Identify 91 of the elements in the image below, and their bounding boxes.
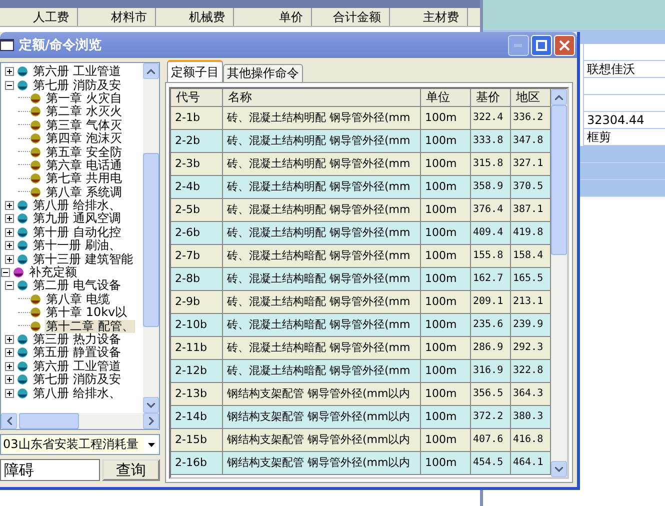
search-field[interactable]: 障碍: [0, 459, 100, 481]
sphere-icon: [30, 106, 41, 118]
sphere-icon: [17, 280, 28, 292]
maximize-button[interactable]: [531, 34, 552, 56]
expand-icon[interactable]: [5, 254, 14, 264]
tree-item[interactable]: 第三册 热力设备: [32, 333, 122, 346]
tree-item[interactable]: 第六册 工业管道: [32, 65, 122, 78]
tree-item[interactable]: 第一章 火灾自: [45, 92, 123, 105]
column-header: 材料市: [78, 8, 156, 26]
tab[interactable]: 定额子目: [167, 60, 223, 82]
tree-item[interactable]: 第十一册 刷油、: [32, 239, 122, 252]
sphere-icon: [17, 66, 28, 78]
tree-item[interactable]: 第七册 消防及安: [32, 373, 122, 386]
column-header: 机械费: [156, 8, 234, 26]
column-header: 单价: [234, 8, 312, 26]
sphere-icon: [30, 120, 41, 131]
collapse-icon[interactable]: [5, 80, 14, 90]
tree-item[interactable]: 第八章 电缆: [45, 292, 111, 306]
expand-icon[interactable]: [5, 67, 14, 76]
expand-icon[interactable]: [5, 201, 14, 210]
sphere-icon: [17, 334, 28, 345]
tree-item[interactable]: 第十册 自动化控: [32, 226, 122, 239]
tree-item[interactable]: 第八册 给排水、: [32, 386, 122, 400]
window-title: 定额/命令浏览: [19, 36, 103, 54]
tree-item[interactable]: 第三章 气体灭: [45, 118, 123, 132]
sphere-icon: [17, 200, 28, 212]
tree-item[interactable]: 第七章 共用电: [45, 172, 123, 186]
caret-icon: [148, 442, 155, 446]
expand-icon[interactable]: [5, 228, 14, 237]
sphere-icon: [17, 374, 28, 386]
sphere-icon: [30, 173, 41, 184]
sphere-icon: [17, 80, 28, 91]
table-cell: 2-16b: [171, 452, 223, 475]
library-dropdown[interactable]: 03山东省安装工程消耗量: [0, 434, 160, 455]
vertical-scrollbar[interactable]: [551, 89, 567, 477]
table-cell: 钢结构支架配管 钢导管外径(mm以内: [223, 452, 421, 475]
expand-icon[interactable]: [5, 348, 14, 358]
sphere-icon: [17, 347, 28, 358]
tree-item[interactable]: 第十三册 建筑智能: [32, 252, 134, 266]
tree-item[interactable]: 第七册 消防及安: [32, 78, 122, 92]
expand-icon[interactable]: [5, 335, 14, 344]
tree-item[interactable]: 第十章 10kv以: [45, 306, 128, 320]
tree-item[interactable]: 第五册 静置设备: [32, 346, 122, 360]
tree-item[interactable]: 第九册 通风空调: [32, 212, 122, 226]
tree-item[interactable]: 第八册 给排水、: [32, 199, 122, 212]
table-cell: 100m: [421, 452, 471, 475]
table-cell: 32304.44: [583, 112, 665, 129]
tab[interactable]: 其他操作命令: [223, 64, 303, 82]
tree-item[interactable]: 第四章 泡沫灭: [45, 132, 123, 146]
tree-item[interactable]: 补充定额: [28, 266, 78, 280]
sphere-icon: [17, 213, 28, 224]
sphere-icon: [30, 294, 41, 305]
search-button[interactable]: 查询: [102, 459, 160, 481]
vertical-scrollbar[interactable]: [143, 63, 159, 413]
expand-icon[interactable]: [5, 241, 14, 250]
expand-icon[interactable]: [5, 375, 14, 384]
table-cell: 联想佳沃: [583, 61, 665, 78]
sphere-icon: [30, 186, 41, 198]
tree-item[interactable]: 第八章 系统调: [45, 186, 123, 199]
sphere-icon: [17, 360, 28, 372]
collapse-icon[interactable]: [1, 268, 10, 278]
sphere-icon: [13, 267, 24, 278]
expand-icon[interactable]: [5, 362, 14, 371]
sphere-icon: [30, 133, 41, 144]
sphere-icon: [30, 92, 41, 104]
sphere-icon: [30, 307, 41, 318]
tree-item[interactable]: 第五章 安全防: [45, 146, 123, 159]
column-header: 主材费: [390, 8, 468, 26]
expand-icon[interactable]: [5, 388, 14, 398]
close-button[interactable]: [554, 34, 575, 56]
sphere-icon: [30, 160, 41, 171]
sphere-icon: [17, 254, 28, 265]
close-icon: [559, 40, 570, 50]
collapse-icon[interactable]: [5, 281, 14, 290]
tree-item[interactable]: 第六章 电话通: [45, 158, 123, 172]
tree-item[interactable]: 第二章 水灭火: [45, 105, 123, 118]
maximize-icon: [536, 40, 547, 50]
column-header: 人工费: [0, 8, 78, 26]
horizontal-scrollbar[interactable]: [1, 413, 159, 429]
sphere-icon: [17, 240, 28, 252]
tree-item[interactable]: 第二册 电气设备: [32, 279, 122, 292]
table-cell: 454.5: [471, 452, 511, 475]
sphere-icon: [30, 320, 41, 332]
column-header: 合计金额: [312, 8, 390, 26]
window-icon: [0, 39, 14, 51]
sphere-icon: [17, 388, 28, 399]
tree-item[interactable]: 第六册 工业管道: [32, 360, 122, 373]
sphere-icon: [17, 226, 28, 238]
tree-item[interactable]: 第十二章 配管、: [45, 320, 135, 333]
expand-icon[interactable]: [5, 214, 14, 224]
sphere-icon: [30, 146, 41, 158]
